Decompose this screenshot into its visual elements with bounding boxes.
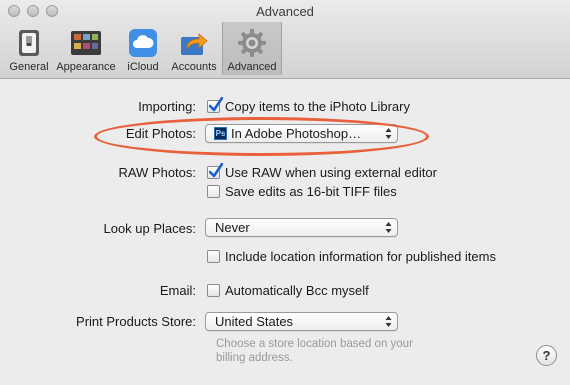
use-raw-label: Use RAW when using external editor <box>225 165 437 180</box>
tab-icloud[interactable]: iCloud <box>120 25 166 75</box>
preferences-window: Advanced General Appearance iCloud Accou… <box>0 0 570 385</box>
tab-advanced-label: Advanced <box>227 61 277 73</box>
tab-general-label: General <box>9 61 49 73</box>
tab-appearance-label: Appearance <box>56 61 116 73</box>
use-raw-checkbox[interactable] <box>207 162 224 179</box>
gear-icon <box>236 27 268 59</box>
popup-arrows-icon <box>385 221 392 234</box>
print-products-label: Print Products Store: <box>76 314 196 329</box>
include-location-label: Include location information for publish… <box>225 249 496 264</box>
auto-bcc-label: Automatically Bcc myself <box>225 283 369 298</box>
include-location-checkbox[interactable] <box>207 250 220 263</box>
print-products-popup[interactable]: United States <box>205 312 398 331</box>
look-up-places-value: Never <box>215 220 250 235</box>
appearance-icon <box>70 27 102 59</box>
checkmark-icon <box>208 162 224 184</box>
tab-appearance[interactable]: Appearance <box>52 25 120 75</box>
email-label: Email: <box>159 283 196 298</box>
look-up-places-popup[interactable]: Never <box>205 218 398 237</box>
help-button[interactable]: ? <box>536 345 557 366</box>
tab-icloud-label: iCloud <box>127 61 159 73</box>
copy-items-label: Copy items to the iPhoto Library <box>225 99 410 114</box>
save-16bit-checkbox[interactable] <box>207 185 220 198</box>
preferences-tabs: General Appearance iCloud Accounts Advan… <box>6 22 282 78</box>
switch-icon <box>13 27 45 59</box>
save-16bit-label: Save edits as 16-bit TIFF files <box>225 184 397 199</box>
look-up-places-label: Look up Places: <box>103 221 196 236</box>
print-products-hint-line2: billing address. <box>216 352 293 364</box>
toolbar: Advanced General Appearance iCloud Accou… <box>0 0 570 79</box>
tab-accounts[interactable]: Accounts <box>166 25 222 75</box>
print-products-value: United States <box>215 314 294 329</box>
window-title: Advanced <box>256 4 314 19</box>
tab-accounts-label: Accounts <box>171 61 217 73</box>
tab-general[interactable]: General <box>6 25 52 75</box>
cloud-icon <box>127 27 159 59</box>
importing-label: Importing: <box>138 99 196 114</box>
checkmark-icon <box>208 96 224 118</box>
print-products-hint-line1: Choose a store location based on your <box>216 338 413 350</box>
copy-items-checkbox[interactable] <box>207 96 224 113</box>
popup-arrows-icon <box>385 315 392 328</box>
auto-bcc-checkbox[interactable] <box>207 284 220 297</box>
raw-photos-label: RAW Photos: <box>118 165 196 180</box>
share-arrow-icon <box>178 27 210 59</box>
highlight-ellipse <box>94 117 429 156</box>
tab-advanced[interactable]: Advanced <box>222 22 282 75</box>
